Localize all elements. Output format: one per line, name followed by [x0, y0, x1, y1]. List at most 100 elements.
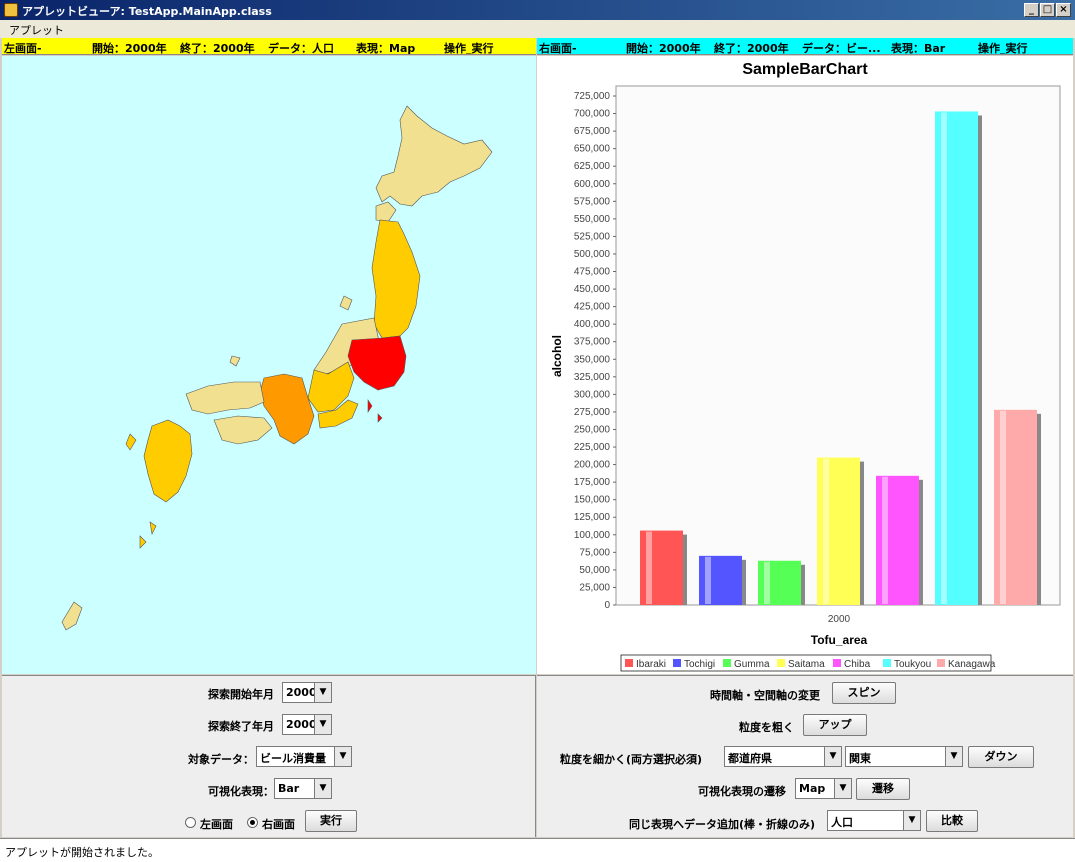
legend-swatch: [833, 659, 841, 667]
legend-label: Tochigi: [684, 659, 715, 670]
y-tick-label: 50,000: [579, 565, 610, 576]
y-tick-label: 700,000: [574, 109, 611, 120]
bar-highlight: [823, 458, 829, 604]
end-year-value: 2000: [286, 718, 317, 731]
start-year-value: 2000: [286, 686, 317, 699]
granularity-value: 都道府県: [728, 752, 772, 765]
fine-label: 粒度を細かく(両方選択必須): [560, 753, 703, 766]
y-tick-label: 225,000: [574, 442, 611, 453]
start-year-select[interactable]: 2000 ▼: [282, 682, 332, 703]
chart-x-tick-label: 2000: [828, 614, 851, 625]
granularity-select[interactable]: 都道府県 ▼: [724, 746, 842, 767]
bar-highlight: [882, 476, 888, 604]
y-tick-label: 400,000: [574, 319, 611, 330]
y-tick-label: 25,000: [579, 582, 610, 593]
compare-button[interactable]: 比較: [926, 810, 978, 832]
java-app-icon: [4, 3, 18, 17]
bar-highlight: [764, 561, 770, 604]
chevron-down-icon: ▼: [314, 683, 331, 702]
map-region-tsushima: [125, 433, 137, 451]
bar-highlight: [941, 112, 947, 604]
japan-map-panel: [2, 56, 536, 674]
chevron-down-icon: ▼: [945, 747, 962, 766]
run-button[interactable]: 実行: [305, 810, 357, 832]
maximize-button[interactable]: □: [1040, 3, 1055, 17]
bar-highlight: [646, 531, 652, 604]
right-screen-label: 右画面-: [539, 42, 577, 55]
japan-map: [61, 105, 493, 631]
left-start-label: 開始：2000年: [92, 42, 167, 55]
start-year-label: 探索開始年月: [208, 688, 274, 701]
transition-button[interactable]: 遷移: [856, 778, 910, 800]
target-data-select[interactable]: ビール消費量 ▼: [256, 746, 352, 767]
legend-label: Gumma: [734, 659, 770, 670]
spin-button[interactable]: スピン: [832, 682, 896, 704]
y-tick-label: 325,000: [574, 372, 611, 383]
visual-repr-label: 可視化表現：: [208, 785, 274, 798]
end-year-select[interactable]: 2000 ▼: [282, 714, 332, 735]
y-tick-label: 550,000: [574, 214, 611, 225]
chevron-down-icon: ▼: [834, 779, 851, 798]
chevron-down-icon: ▼: [314, 779, 331, 798]
map-region-amami-2: [139, 535, 147, 549]
map-region-izu-2: [377, 413, 383, 423]
y-tick-label: 350,000: [574, 354, 611, 365]
chart-x-axis-label: Tofu_area: [811, 633, 868, 647]
left-repr-label: 表現：Map: [356, 42, 416, 55]
legend-label: Chiba: [844, 659, 871, 670]
y-tick-label: 675,000: [574, 126, 611, 137]
map-region-chugoku: [185, 381, 265, 415]
y-tick-label: 125,000: [574, 512, 611, 523]
y-tick-label: 475,000: [574, 267, 611, 278]
left-controls-panel: 探索開始年月 2000 ▼ 探索終了年月 2000 ▼ 対象データ： ビール消費…: [2, 675, 536, 837]
transition-select[interactable]: Map ▼: [795, 778, 852, 799]
map-region-hokkaido-sw: [375, 201, 397, 223]
transition-label: 可視化表現の遷移: [698, 785, 786, 798]
minimize-button[interactable]: _: [1024, 3, 1039, 17]
bar-highlight: [1000, 410, 1006, 604]
map-region-tohoku: [371, 219, 421, 339]
y-tick-label: 200,000: [574, 460, 611, 471]
y-tick-label: 75,000: [579, 547, 610, 558]
legend-swatch: [777, 659, 785, 667]
right-info-bar: 右画面- 開始：2000年 終了：2000年 データ：ビー... 表現：Bar …: [537, 38, 1073, 55]
chevron-down-icon: ▼: [824, 747, 841, 766]
radio-left-screen[interactable]: [185, 817, 196, 828]
y-tick-label: 575,000: [574, 196, 611, 207]
status-bar: アプレットが開始されました。: [0, 838, 1075, 862]
down-button[interactable]: ダウン: [968, 746, 1034, 768]
status-text: アプレットが開始されました。: [5, 846, 159, 859]
chart-y-ticks: 0 25,000 50,000 75,000 100,000 125,000 150,000…: [574, 91, 616, 611]
target-data-value: ビール消費量: [260, 752, 326, 765]
y-tick-label: 250,000: [574, 424, 611, 435]
y-tick-label: 500,000: [574, 249, 611, 260]
map-region-hokkaido: [375, 105, 493, 207]
y-tick-label: 0: [604, 600, 610, 611]
radio-right-screen[interactable]: [247, 817, 258, 828]
right-end-label: 終了：2000年: [714, 42, 789, 55]
close-button[interactable]: ×: [1056, 3, 1071, 17]
y-tick-label: 450,000: [574, 284, 611, 295]
chevron-down-icon: ▼: [903, 811, 920, 830]
spin-label: 時間軸・空間軸の変更: [710, 689, 820, 702]
menu-applet[interactable]: アプレット: [9, 22, 64, 38]
legend-swatch: [937, 659, 945, 667]
legend-label: Saitama: [788, 659, 825, 670]
region-select[interactable]: 関東 ▼: [845, 746, 963, 767]
legend-swatch: [673, 659, 681, 667]
radio-left-label: 左画面: [200, 818, 233, 831]
visual-repr-select[interactable]: Bar ▼: [274, 778, 332, 799]
chevron-down-icon: ▼: [334, 747, 351, 766]
y-tick-label: 650,000: [574, 144, 611, 155]
y-tick-label: 300,000: [574, 389, 611, 400]
radio-right-label: 右画面: [262, 818, 295, 831]
map-region-amami: [149, 521, 157, 535]
legend-label: Kanagawa: [948, 659, 996, 670]
y-tick-label: 175,000: [574, 477, 611, 488]
y-tick-label: 150,000: [574, 495, 611, 506]
up-button[interactable]: アップ: [803, 714, 867, 736]
legend-swatch: [723, 659, 731, 667]
target-data-label: 対象データ：: [188, 753, 254, 766]
add-data-select[interactable]: 人口 ▼: [827, 810, 921, 831]
y-tick-label: 100,000: [574, 530, 611, 541]
